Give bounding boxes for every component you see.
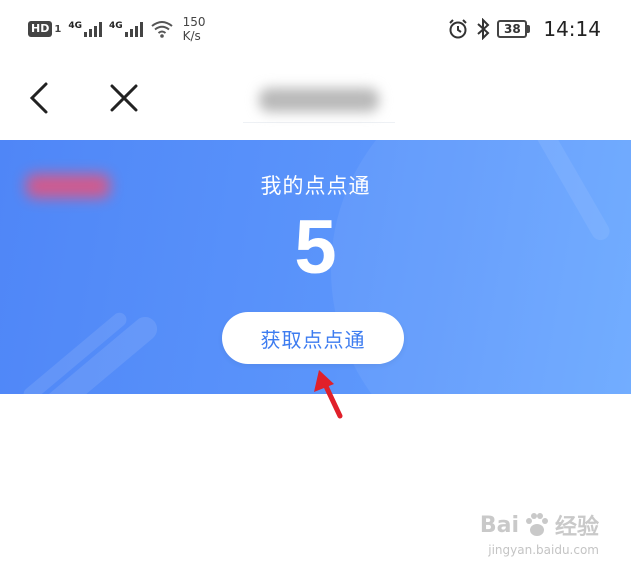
watermark-brand: Bai bbox=[479, 512, 519, 538]
hd-badge: HD bbox=[28, 21, 53, 37]
watermark-brand-2: 经验 bbox=[554, 515, 599, 540]
alarm-icon bbox=[449, 19, 468, 39]
back-button[interactable] bbox=[22, 80, 58, 116]
network-speed: 150 K/s bbox=[183, 15, 206, 43]
chevron-left-icon bbox=[29, 82, 48, 114]
watermark-url: jingyan.baidu.com bbox=[488, 543, 599, 557]
close-button[interactable] bbox=[106, 80, 142, 116]
network-type-label: 4G bbox=[68, 21, 82, 31]
close-icon bbox=[110, 84, 138, 112]
get-points-button[interactable]: 获取点点通 bbox=[222, 312, 404, 364]
signal-icon: 4G bbox=[68, 21, 102, 37]
wifi-icon bbox=[151, 21, 173, 38]
bluetooth-icon bbox=[477, 18, 490, 40]
status-left: HD 1 4G 4G 150 K/s bbox=[28, 15, 206, 43]
banner-title: 我的点点通 bbox=[260, 174, 371, 198]
battery-icon: 38 bbox=[497, 20, 531, 38]
nav-bar bbox=[0, 58, 631, 138]
points-count: 5 bbox=[294, 205, 337, 290]
network-type-label-2: 4G bbox=[108, 21, 123, 31]
hd-sub-label: 1 bbox=[54, 23, 62, 35]
points-banner: 我的点点通 5 获取点点通 bbox=[0, 140, 631, 394]
baidu-watermark: Bai 经验 jingyan.baidu.com bbox=[479, 509, 599, 558]
status-right: 38 14:14 bbox=[447, 17, 601, 41]
page-title-redacted bbox=[243, 78, 395, 123]
annotation-arrow-icon bbox=[314, 370, 343, 419]
status-clock: 14:14 bbox=[543, 17, 601, 41]
status-bar: HD 1 4G 4G 150 K/s 38 14:14 bbox=[0, 0, 631, 58]
network-speed-value: 150 bbox=[182, 15, 206, 29]
signal-icon-2: 4G bbox=[109, 21, 143, 37]
network-speed-unit: K/s bbox=[182, 29, 201, 43]
paw-logo-icon bbox=[525, 513, 548, 536]
battery-level: 38 bbox=[497, 20, 528, 38]
